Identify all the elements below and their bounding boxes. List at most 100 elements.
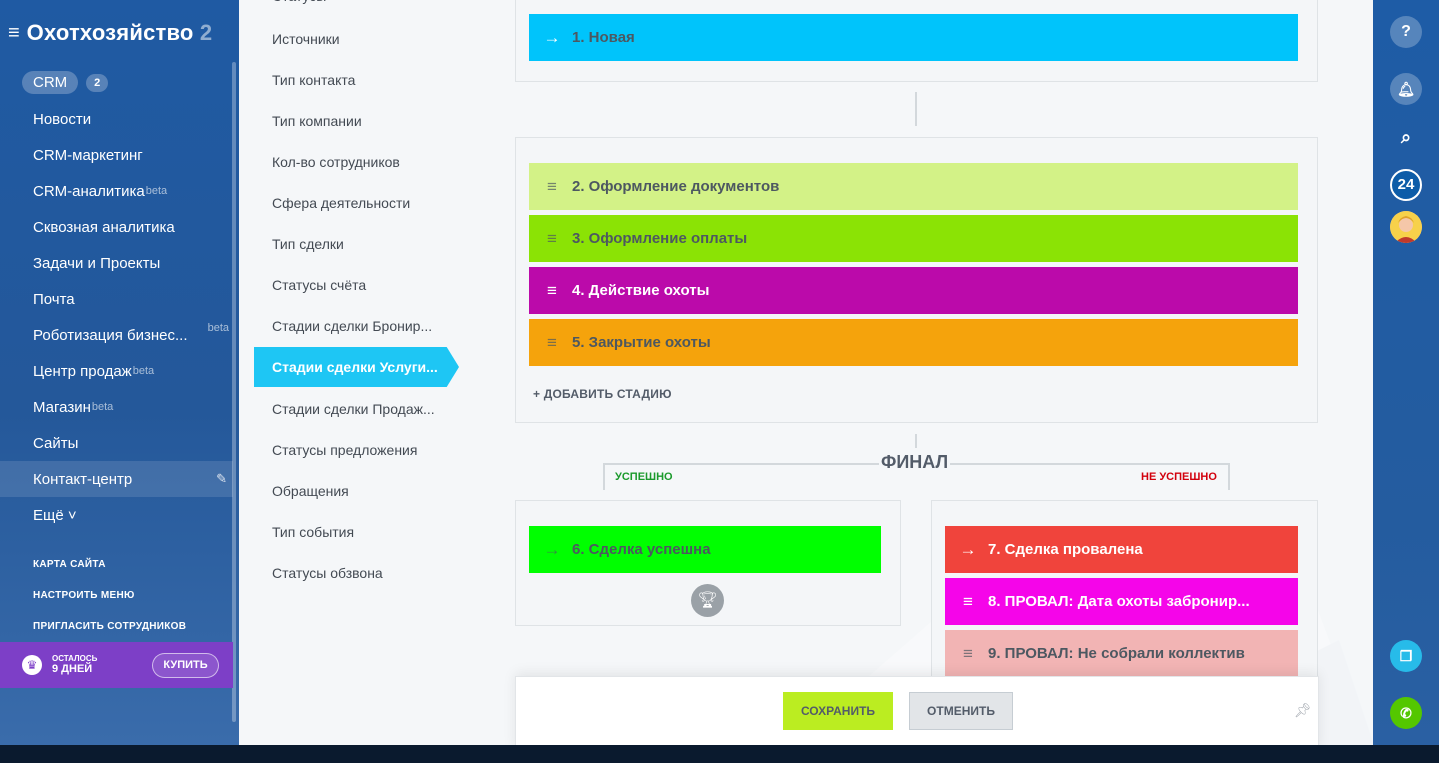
stage-label: 7. Сделка провалена bbox=[988, 541, 1143, 558]
sidebar-item-label: Сквозная аналитика bbox=[33, 218, 175, 236]
stage-label: 6. Сделка успешна bbox=[572, 541, 711, 558]
menu-icon[interactable]: ≡ bbox=[8, 23, 20, 43]
nav-item-15[interactable]: Статусы обзвона bbox=[272, 565, 383, 581]
sidebar-item-4[interactable]: Сквозная аналитика bbox=[0, 209, 233, 245]
stage-fail-9[interactable]: ≡ 9. ПРОВАЛ: Не собрали коллектив bbox=[945, 630, 1298, 677]
stage-label: 4. Действие охоты bbox=[572, 282, 710, 299]
avatar-icon[interactable] bbox=[1390, 211, 1422, 243]
drag-handle-icon[interactable]: ≡ bbox=[543, 177, 561, 197]
sidebar-item-10[interactable]: Сайты bbox=[0, 425, 233, 461]
stage-process-5[interactable]: ≡ 5. Закрытие охоты bbox=[529, 319, 1298, 366]
nav-item-12[interactable]: Статусы предложения bbox=[272, 442, 417, 458]
sidebar-item-1[interactable]: Новости bbox=[0, 101, 233, 137]
sidebar-item-5[interactable]: Задачи и Проекты bbox=[0, 245, 233, 281]
stage-label: 9. ПРОВАЛ: Не собрали коллектив bbox=[988, 645, 1245, 662]
pin-icon[interactable]: 📌︎ bbox=[1294, 702, 1312, 719]
save-button[interactable]: СОХРАНИТЬ bbox=[783, 692, 893, 730]
nav-item-8[interactable]: Статусы счёта bbox=[272, 277, 366, 293]
beta-badge: beta bbox=[207, 322, 229, 334]
sidebar-item-label: Центр продаж bbox=[33, 362, 132, 380]
stage-fail-7[interactable]: → 7. Сделка провалена bbox=[945, 526, 1298, 573]
first-stage-box: → 1. Новая bbox=[515, 0, 1318, 82]
buy-button[interactable]: КУПИТЬ bbox=[152, 653, 219, 678]
sidebar-item-8[interactable]: Центр продаж beta bbox=[0, 353, 233, 389]
stage-new[interactable]: → 1. Новая bbox=[529, 14, 1298, 61]
final-title: ФИНАЛ bbox=[879, 452, 951, 473]
nav-item-4[interactable]: Тип компании bbox=[272, 113, 362, 129]
arrow-right-icon: → bbox=[543, 27, 561, 47]
stage-success[interactable]: → 6. Сделка успешна bbox=[529, 526, 881, 573]
sidebar-link-3[interactable]: ПРИГЛАСИТЬ СОТРУДНИКОВ bbox=[33, 621, 186, 632]
nav-item-1[interactable]: Статусы bbox=[272, 0, 326, 4]
sidebar-item-label: Роботизация бизнес... bbox=[33, 326, 188, 344]
bottom-strip bbox=[0, 745, 1439, 763]
nav-item-active[interactable]: Стадии сделки Услуги... bbox=[254, 347, 459, 387]
nav-item-6[interactable]: Сфера деятельности bbox=[272, 195, 410, 211]
document-icon[interactable]: ❐ bbox=[1390, 640, 1422, 672]
drag-handle-icon[interactable]: ≡ bbox=[543, 229, 561, 249]
sidebar-item-7[interactable]: Роботизация бизнес... beta bbox=[0, 317, 233, 353]
trial-banner: ♛ ОСТАЛОСЬ 9 ДНЕЙ КУПИТЬ bbox=[0, 642, 233, 688]
nav-item-13[interactable]: Обращения bbox=[272, 483, 349, 499]
sidebar-item-label: Контакт-центр bbox=[33, 470, 133, 488]
left-sidebar: ≡ Охотхозяйство 2 CRM 2 Новости CRM-марке… bbox=[0, 0, 239, 745]
stage-process-4[interactable]: ≡ 4. Действие охоты bbox=[529, 267, 1298, 314]
sidebar-item-6[interactable]: Почта bbox=[0, 281, 233, 317]
help-icon[interactable]: ? bbox=[1390, 16, 1422, 48]
sidebar-item-label: Магазин bbox=[33, 398, 91, 416]
connector-line bbox=[915, 434, 917, 448]
portal-header: ≡ Охотхозяйство 2 bbox=[8, 18, 233, 48]
drag-handle-icon[interactable]: ≡ bbox=[543, 333, 561, 353]
drag-handle-icon[interactable]: ≡ bbox=[959, 644, 977, 664]
cancel-button[interactable]: ОТМЕНИТЬ bbox=[909, 692, 1013, 730]
crm-counter-badge: 2 bbox=[86, 73, 109, 92]
sidebar-item-label: CRM-маркетинг bbox=[33, 146, 143, 164]
arrow-right-icon: → bbox=[959, 539, 977, 559]
crown-icon: ♛ bbox=[22, 655, 42, 675]
add-stage-button[interactable]: + ДОБАВИТЬ СТАДИЮ bbox=[533, 387, 672, 401]
sidebar-item-label: Сайты bbox=[33, 434, 79, 452]
phone-icon[interactable]: ✆ bbox=[1390, 697, 1422, 729]
crm-label[interactable]: CRM bbox=[22, 71, 79, 94]
bell-icon[interactable]: 🔔︎ bbox=[1390, 73, 1422, 105]
edit-icon[interactable]: ✎ bbox=[216, 471, 227, 487]
trophy-icon: 🏆︎ bbox=[691, 584, 724, 617]
drag-handle-icon[interactable]: ≡ bbox=[959, 592, 977, 612]
stage-process-2[interactable]: ≡ 2. Оформление документов bbox=[529, 163, 1298, 210]
sidebar-link-2[interactable]: НАСТРОИТЬ МЕНЮ bbox=[33, 590, 135, 601]
trial-days: 9 ДНЕЙ bbox=[52, 663, 93, 676]
nav-item-9[interactable]: Стадии сделки Бронир... bbox=[272, 318, 432, 334]
nav-item-3[interactable]: Тип контакта bbox=[272, 72, 355, 88]
stage-label: 5. Закрытие охоты bbox=[572, 334, 711, 351]
stage-label: 3. Оформление оплаты bbox=[572, 230, 748, 247]
fail-label: НЕ УСПЕШНО bbox=[1141, 471, 1217, 483]
sidebar-item-9[interactable]: Магазин beta bbox=[0, 389, 233, 425]
beta-badge: beta bbox=[132, 365, 155, 377]
crm-group[interactable]: CRM 2 bbox=[22, 71, 109, 94]
sidebar-link-1[interactable]: КАРТА САЙТА bbox=[33, 559, 106, 570]
sidebar-item-label: Почта bbox=[33, 290, 75, 308]
nav-item-2[interactable]: Источники bbox=[272, 31, 340, 47]
stage-label: 8. ПРОВАЛ: Дата охоты забронир... bbox=[988, 593, 1250, 610]
stage-label: 1. Новая bbox=[572, 29, 635, 46]
search-icon[interactable]: ⌕ bbox=[1390, 121, 1422, 153]
nav-item-11[interactable]: Стадии сделки Продаж... bbox=[272, 401, 435, 417]
nav-item-7[interactable]: Тип сделки bbox=[272, 236, 344, 252]
process-stages-box: ≡ 2. Оформление документов ≡ 3. Оформление … bbox=[515, 137, 1318, 423]
sidebar-item-11[interactable]: Контакт-центр ✎ bbox=[0, 461, 233, 497]
main-content: Статусы Источники Тип контакта Тип компании… bbox=[239, 0, 1373, 745]
portal-title[interactable]: Охотхозяйство 2 bbox=[27, 20, 213, 46]
fail-stages-box: → 7. Сделка провалена ≡ 8. ПРОВАЛ: Дата охо… bbox=[931, 500, 1318, 700]
nav-item-14[interactable]: Тип события bbox=[272, 524, 354, 540]
sidebar-item-label: Новости bbox=[33, 110, 92, 128]
sidebar-item-12[interactable]: Ещё ˅ bbox=[0, 497, 233, 533]
stage-process-3[interactable]: ≡ 3. Оформление оплаты bbox=[529, 215, 1298, 262]
sidebar-item-label: CRM-аналитика bbox=[33, 182, 145, 200]
sidebar-item-3[interactable]: CRM-аналитика beta bbox=[0, 173, 233, 209]
bitrix24-icon[interactable]: 24 bbox=[1390, 169, 1422, 201]
drag-handle-icon[interactable]: ≡ bbox=[543, 281, 561, 301]
sidebar-item-label: Задачи и Проекты bbox=[33, 254, 161, 272]
stage-fail-8[interactable]: ≡ 8. ПРОВАЛ: Дата охоты забронир... bbox=[945, 578, 1298, 625]
sidebar-item-2[interactable]: CRM-маркетинг bbox=[0, 137, 233, 173]
nav-item-5[interactable]: Кол-во сотрудников bbox=[272, 154, 400, 170]
